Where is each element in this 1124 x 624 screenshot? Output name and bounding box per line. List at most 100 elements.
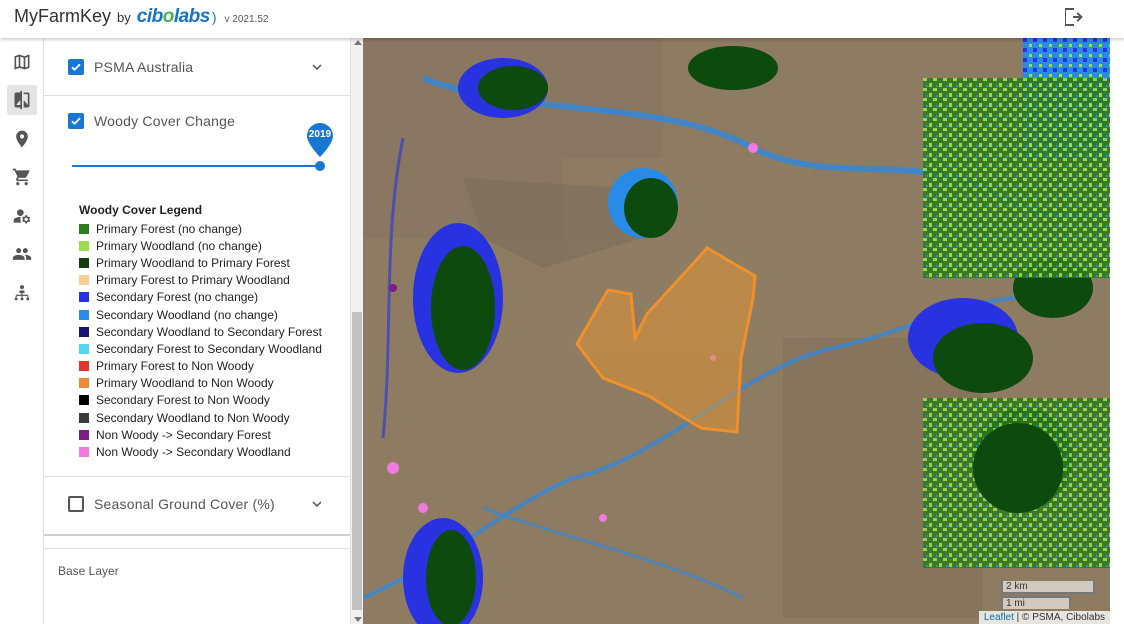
brand-by: by [117,10,131,25]
legend-item: Secondary Forest (no change) [79,289,322,306]
legend-label: Primary Woodland to Non Woody [96,376,274,391]
psma-label: PSMA Australia [94,59,194,75]
year-slider-track[interactable] [72,165,322,167]
legend-item: Primary Forest (no change) [79,220,322,237]
logo-part-c: labs [173,6,211,27]
legend-swatch [79,447,89,458]
left-navigation [0,38,44,624]
people-icon [12,248,32,260]
logo-paren: ) [211,9,217,25]
legend-swatch [79,361,89,372]
layer-woody-cover: Woody Cover Change [44,113,350,129]
slider-value-pin [307,123,333,157]
attribution-text: | © PSMA, Cibolabs [1013,612,1105,623]
legend-swatch [79,309,89,320]
logout-button[interactable] [1060,5,1084,29]
nav-org-button[interactable] [7,278,37,308]
legend-item: Primary Woodland (no change) [79,237,322,254]
legend-item: Primary Woodland to Primary Forest [79,254,322,271]
legend-swatch [79,378,89,389]
legend-item: Non Woody -> Secondary Woodland [79,443,322,460]
legend-label: Secondary Woodland (no change) [96,307,278,322]
scroll-up-arrow[interactable] [354,40,362,45]
legend-swatch [79,275,89,286]
nav-location-button[interactable] [7,124,37,154]
top-bar: MyFarmKey by cibolabs ) v 2021.52 [0,0,1124,38]
layer-psma: PSMA Australia [44,59,350,75]
legend-label: Primary Forest to Non Woody [96,359,254,374]
woody-cover-checkbox[interactable] [68,113,84,129]
page-scrollbar[interactable] [1110,38,1124,624]
legend-label: Secondary Woodland to Non Woody [96,410,290,425]
map-view[interactable]: 2 km 1 mi Leaflet | © PSMA, Cibolabs [363,38,1110,624]
shopping-cart-icon [12,168,30,186]
year-slider-thumb[interactable] [315,161,325,171]
org-chart-icon [14,285,30,301]
legend-item: Secondary Woodland to Secondary Forest [79,323,322,340]
legend-label: Primary Woodland to Primary Forest [96,255,290,270]
logout-icon [1065,8,1083,26]
chevron-down-icon[interactable] [308,495,326,513]
nav-layers-button[interactable] [7,85,37,115]
nav-people-button[interactable] [7,239,37,269]
legend-label: Primary Forest (no change) [96,221,243,236]
leaflet-link[interactable]: Leaflet [984,612,1014,623]
check-icon [71,117,81,125]
legend-swatch [79,326,89,337]
legend-swatch [79,395,89,406]
layers-panel: PSMA Australia Woody Cover Change 2019 W… [44,38,350,624]
legend-item: Secondary Forest to Non Woody [79,392,322,409]
psma-checkbox[interactable] [68,59,84,75]
cibolabs-logo: cibolabs [136,6,211,28]
logo-part-a: cib [136,6,163,27]
scroll-thumb[interactable] [352,312,362,610]
legend-label: Primary Woodland (no change) [96,238,262,253]
legend-items: Primary Forest (no change) Primary Woodla… [79,220,322,461]
layer-seasonal-ground-cover: Seasonal Ground Cover (%) [44,496,350,512]
user-settings-icon [13,209,31,224]
legend-item: Secondary Woodland to Non Woody [79,409,322,426]
legend-item: Primary Forest to Non Woody [79,358,322,375]
legend-item: Non Woody -> Secondary Forest [79,426,322,443]
chevron-down-icon[interactable] [308,58,326,76]
legend-item: Primary Forest to Primary Woodland [79,272,322,289]
logo-part-b: o [162,6,175,27]
legend-title: Woody Cover Legend [79,203,203,217]
legend-label: Secondary Forest (no change) [96,290,259,305]
map-icon [14,54,30,70]
legend-label: Primary Forest to Primary Woodland [96,273,290,288]
satellite-map-image [363,38,1110,624]
app-name: MyFarmKey [14,6,112,26]
legend-label: Secondary Forest to Secondary Woodland [96,341,322,356]
brand: MyFarmKey by cibolabs ) v 2021.52 [14,6,268,28]
slider-value-label: 2019 [308,129,332,140]
scroll-down-arrow[interactable] [354,617,362,622]
location-pin-icon [16,130,28,148]
nav-map-button[interactable] [7,47,37,77]
legend-swatch [79,429,89,440]
divider [44,548,350,549]
panel-scrollbar[interactable] [350,38,363,624]
legend-label: Secondary Forest to Non Woody [96,393,270,408]
legend-label: Non Woody -> Secondary Forest [96,427,271,442]
woody-cover-label: Woody Cover Change [94,113,236,129]
legend-swatch [79,240,89,251]
legend-label: Non Woody -> Secondary Woodland [96,445,291,460]
divider [44,476,350,477]
legend-label: Secondary Woodland to Secondary Forest [96,324,322,339]
divider [44,95,350,96]
layers-compare-icon [14,90,30,110]
map-scale: 2 km 1 mi [1001,581,1095,611]
nav-cart-button[interactable] [7,162,37,192]
legend-item: Secondary Woodland (no change) [79,306,322,323]
legend-item: Secondary Forest to Secondary Woodland [79,340,322,357]
scale-km: 2 km [1001,581,1095,594]
base-layer-heading[interactable]: Base Layer [58,564,119,578]
seasonal-cover-checkbox[interactable] [68,496,84,512]
divider [44,534,350,536]
woody-cover-legend: Woody Cover Legend Primary Forest (no ch… [79,203,322,461]
nav-user-settings-button[interactable] [7,201,37,231]
legend-swatch [79,292,89,303]
scale-mi: 1 mi [1001,596,1071,609]
legend-swatch [79,343,89,354]
